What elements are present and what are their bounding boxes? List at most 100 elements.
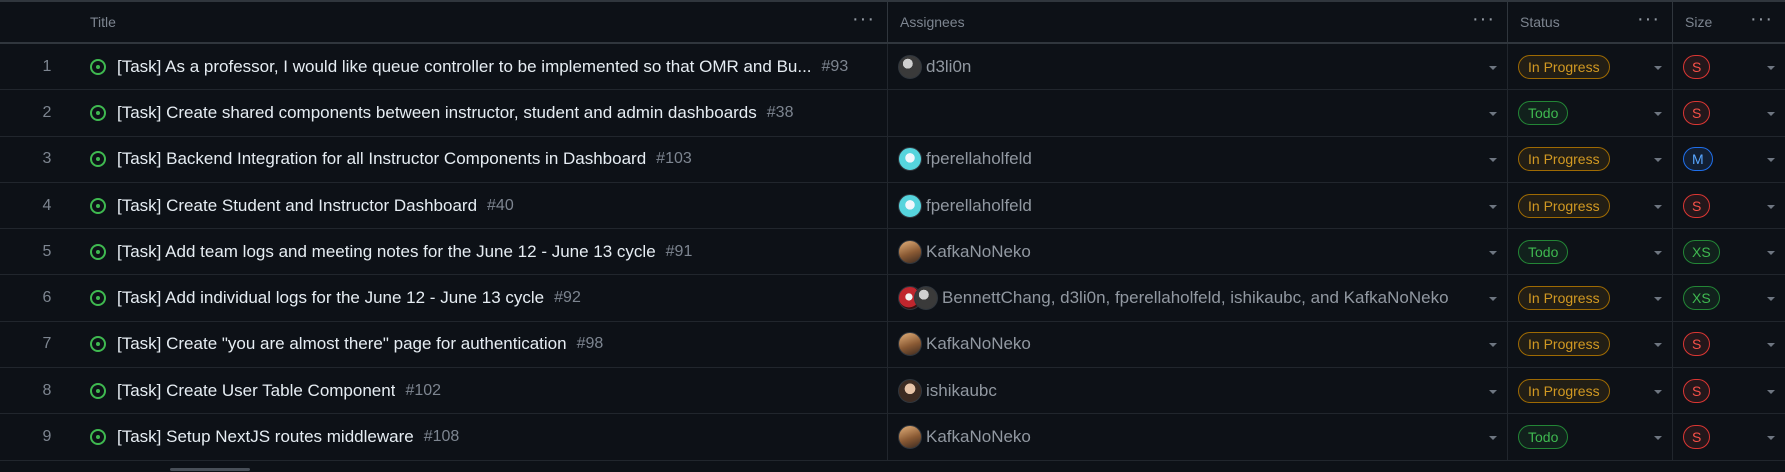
status-cell[interactable]: In Progress — [1508, 368, 1673, 414]
chevron-down-icon[interactable] — [1767, 158, 1775, 163]
assignees-cell[interactable]: d3li0n — [888, 44, 1508, 90]
assignees-cell[interactable]: ishikaubc — [888, 368, 1508, 414]
row-index: 3 — [42, 150, 52, 168]
status-cell[interactable]: In Progress — [1508, 136, 1673, 182]
status-cell[interactable]: Todo — [1508, 414, 1673, 460]
title-cell[interactable]: [Task] Add team logs and meeting notes f… — [78, 229, 888, 275]
table-row[interactable]: 5 [Task] Add team logs and meeting notes … — [0, 229, 1785, 276]
chevron-down-icon[interactable] — [1489, 111, 1497, 116]
assignees-cell[interactable]: KafkaNoNeko — [888, 321, 1508, 368]
title-cell[interactable]: [Task] Create "you are almost there" pag… — [78, 321, 888, 368]
size-cell[interactable]: M — [1673, 137, 1785, 182]
size-cell[interactable]: XS — [1673, 275, 1785, 320]
chevron-down-icon[interactable] — [1767, 436, 1775, 441]
table-row[interactable]: 7 [Task] Create "you are almost there" pa… — [0, 321, 1785, 369]
horizontal-scrollbar[interactable] — [170, 468, 250, 471]
size-cell[interactable]: S — [1673, 322, 1785, 367]
chevron-down-icon[interactable] — [1767, 204, 1775, 209]
issue-title-link[interactable]: [Task] As a professor, I would like queu… — [117, 57, 812, 77]
chevron-down-icon[interactable] — [1489, 204, 1497, 209]
title-cell[interactable]: [Task] Create shared components between … — [78, 90, 888, 136]
title-cell[interactable]: [Task] Setup NextJS routes middleware #10… — [78, 414, 888, 460]
title-cell[interactable]: [Task] As a professor, I would like queu… — [78, 44, 888, 90]
issue-title-link[interactable]: [Task] Add individual logs for the June … — [117, 288, 544, 308]
status-cell[interactable]: Todo — [1508, 229, 1673, 275]
status-cell[interactable]: In Progress — [1508, 44, 1673, 90]
assignees-cell[interactable] — [888, 90, 1508, 136]
issue-title-link[interactable]: [Task] Create User Table Component — [117, 381, 395, 401]
issue-title-link[interactable]: [Task] Create shared components between … — [117, 103, 757, 123]
size-column-menu-icon[interactable]: ··· — [1750, 9, 1773, 35]
open-issue-icon — [90, 104, 106, 121]
issue-title-link[interactable]: [Task] Backend Integration for all Instr… — [117, 149, 646, 169]
chevron-down-icon[interactable] — [1654, 343, 1662, 348]
chevron-down-icon[interactable] — [1654, 111, 1662, 116]
issue-number: #102 — [405, 381, 442, 399]
chevron-down-icon[interactable] — [1767, 389, 1775, 394]
chevron-down-icon[interactable] — [1767, 111, 1775, 116]
issue-title-link[interactable]: [Task] Create "you are almost there" pag… — [117, 334, 567, 354]
chevron-down-icon[interactable] — [1654, 65, 1662, 70]
size-cell[interactable]: XS — [1673, 229, 1785, 274]
issue-title-link[interactable]: [Task] Create Student and Instructor Das… — [117, 196, 477, 216]
assignees-column-header[interactable]: Assignees ··· — [888, 2, 1508, 42]
assignee-avatars — [898, 193, 922, 218]
chevron-down-icon[interactable] — [1767, 343, 1775, 348]
assignees-column-menu-icon[interactable]: ··· — [1472, 9, 1495, 35]
status-column-header[interactable]: Status ··· — [1508, 2, 1673, 42]
chevron-down-icon[interactable] — [1489, 250, 1497, 255]
assignees-cell[interactable]: BennettChang, d3li0n, fperellaholfeld, i… — [888, 275, 1508, 321]
table-row[interactable]: 2 [Task] Create shared components between… — [0, 90, 1785, 137]
chevron-down-icon[interactable] — [1489, 65, 1497, 70]
chevron-down-icon[interactable] — [1489, 436, 1497, 441]
title-cell[interactable]: [Task] Create User Table Component #102 — [78, 368, 888, 414]
issue-title-link[interactable]: [Task] Setup NextJS routes middleware — [117, 427, 414, 447]
avatar — [898, 378, 922, 403]
size-cell[interactable]: S — [1673, 183, 1785, 228]
chevron-down-icon[interactable] — [1654, 297, 1662, 302]
status-cell[interactable]: In Progress — [1508, 275, 1673, 321]
assignees-cell[interactable]: fperellaholfeld — [888, 182, 1508, 229]
title-cell[interactable]: [Task] Backend Integration for all Instr… — [78, 136, 888, 182]
chevron-down-icon[interactable] — [1654, 436, 1662, 441]
status-column-menu-icon[interactable]: ··· — [1637, 9, 1660, 35]
size-badge: S — [1683, 54, 1711, 79]
size-column-header[interactable]: Size ··· — [1673, 2, 1785, 42]
chevron-down-icon[interactable] — [1489, 158, 1497, 163]
assignee-avatars — [898, 425, 922, 450]
status-cell[interactable]: In Progress — [1508, 321, 1673, 368]
chevron-down-icon[interactable] — [1767, 250, 1775, 255]
chevron-down-icon[interactable] — [1767, 65, 1775, 70]
table-row[interactable]: 8 [Task] Create User Table Component #102 i… — [0, 368, 1785, 415]
title-cell[interactable]: [Task] Add individual logs for the June … — [78, 275, 888, 321]
table-row[interactable]: 9 [Task] Setup NextJS routes middleware #1… — [0, 414, 1785, 461]
size-badge: S — [1683, 378, 1711, 403]
chevron-down-icon[interactable] — [1654, 158, 1662, 163]
table-row[interactable]: 6 [Task] Add individual logs for the June… — [0, 275, 1785, 322]
size-cell[interactable]: S — [1673, 414, 1785, 459]
chevron-down-icon[interactable] — [1654, 204, 1662, 209]
table-row[interactable]: 4 [Task] Create Student and Instructor Da… — [0, 182, 1785, 230]
size-cell[interactable]: S — [1673, 90, 1785, 135]
chevron-down-icon[interactable] — [1489, 389, 1497, 394]
table-row[interactable]: 3 [Task] Backend Integration for all Inst… — [0, 136, 1785, 183]
size-cell[interactable]: S — [1673, 44, 1785, 89]
status-badge: In Progress — [1518, 378, 1610, 403]
assignees-cell[interactable]: KafkaNoNeko — [888, 414, 1508, 460]
table-row[interactable]: 1 [Task] As a professor, I would like que… — [0, 44, 1785, 91]
chevron-down-icon[interactable] — [1654, 250, 1662, 255]
chevron-down-icon[interactable] — [1489, 343, 1497, 348]
avatar — [898, 147, 922, 172]
title-column-menu-icon[interactable]: ··· — [852, 9, 875, 35]
size-cell[interactable]: S — [1673, 368, 1785, 413]
title-column-header[interactable]: Title ··· — [78, 2, 888, 42]
chevron-down-icon[interactable] — [1489, 297, 1497, 302]
chevron-down-icon[interactable] — [1767, 297, 1775, 302]
assignees-cell[interactable]: KafkaNoNeko — [888, 229, 1508, 275]
issue-title-link[interactable]: [Task] Add team logs and meeting notes f… — [117, 242, 656, 262]
chevron-down-icon[interactable] — [1654, 389, 1662, 394]
status-cell[interactable]: In Progress — [1508, 182, 1673, 229]
assignees-cell[interactable]: fperellaholfeld — [888, 136, 1508, 182]
title-cell[interactable]: [Task] Create Student and Instructor Das… — [78, 182, 888, 229]
status-cell[interactable]: Todo — [1508, 90, 1673, 136]
